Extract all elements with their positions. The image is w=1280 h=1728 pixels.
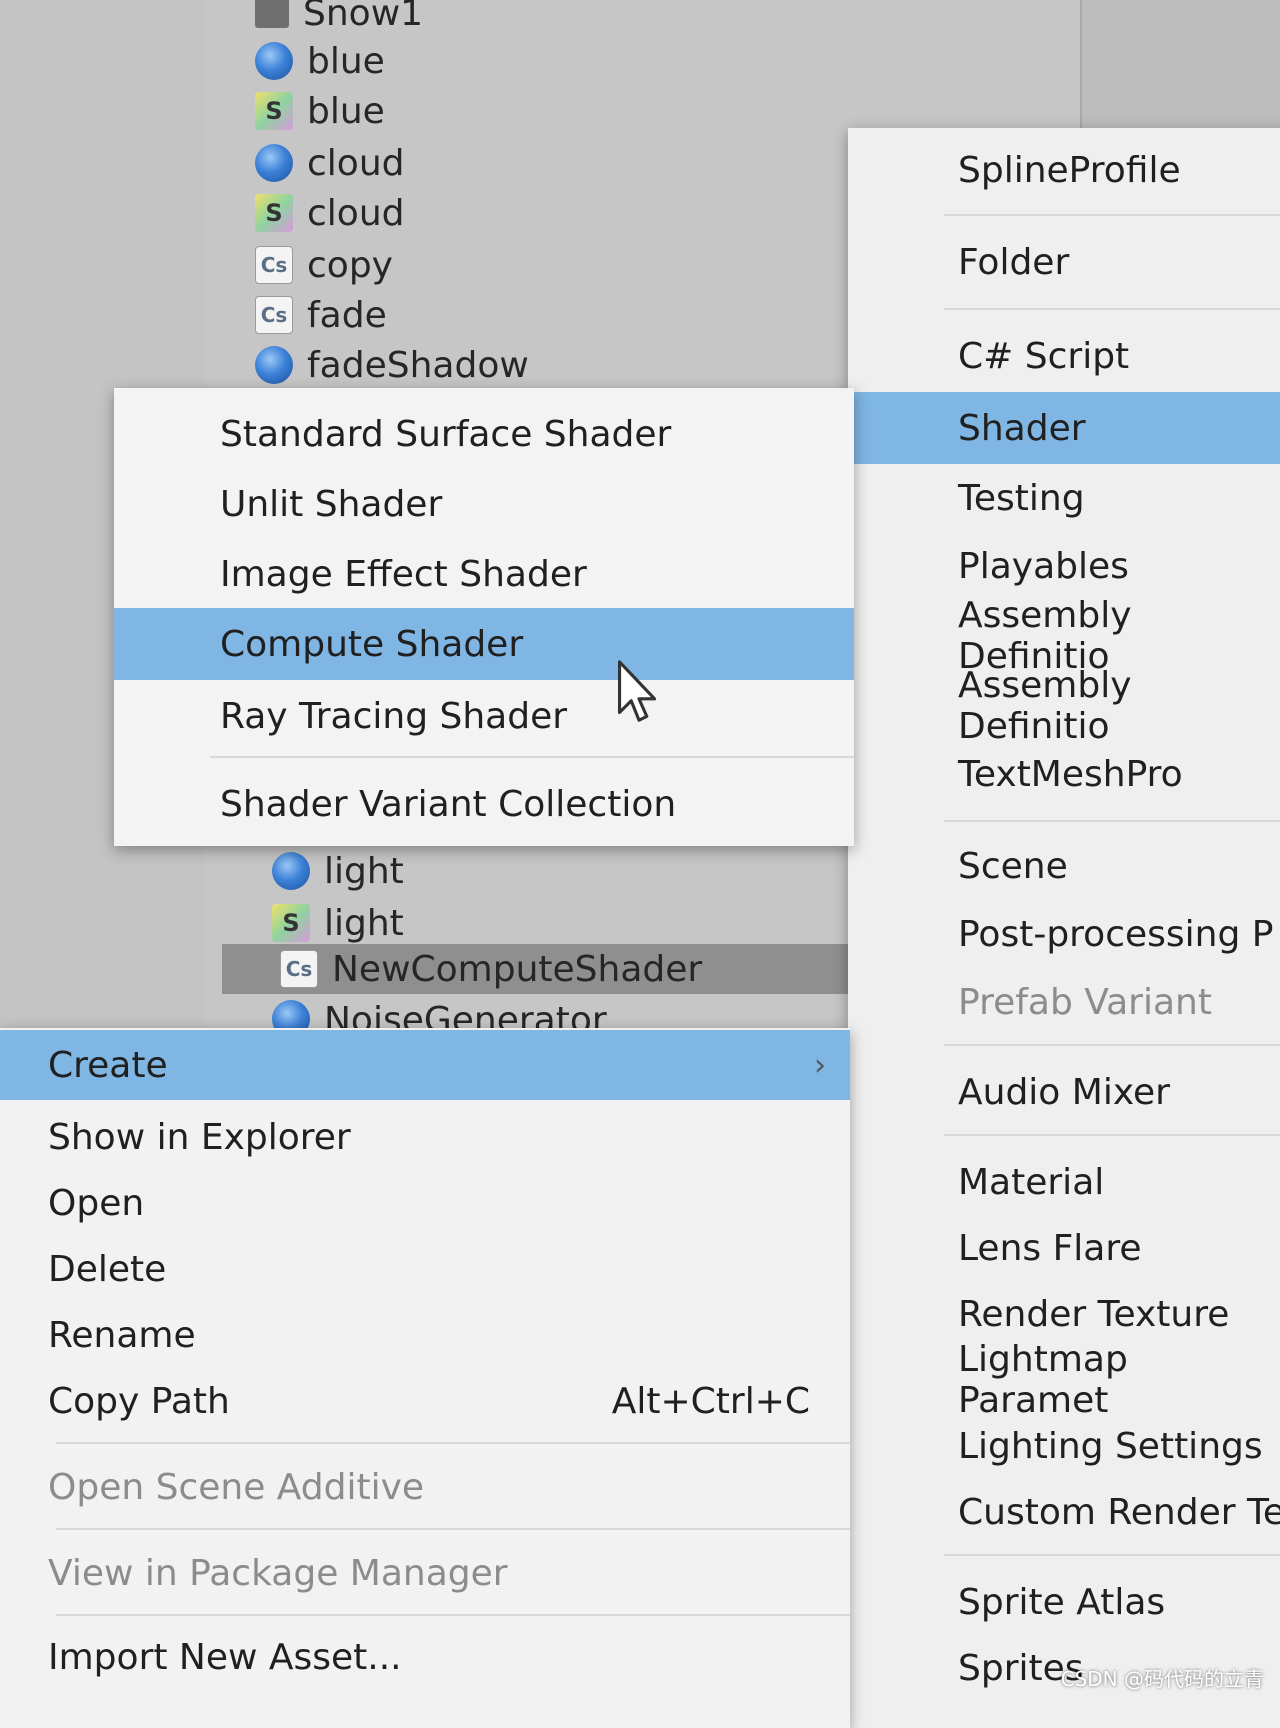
menu-item-lighting-settings[interactable]: Lighting Settings <box>848 1414 1280 1478</box>
menu-item-splineprofile[interactable]: SplineProfile <box>848 138 1280 202</box>
menu-item-delete[interactable]: Delete <box>0 1236 850 1302</box>
menu-item-assembly-definition[interactable]: Assembly Definitio <box>848 595 1280 677</box>
menu-item-show-in-explorer[interactable]: Show in Explorer <box>0 1104 850 1170</box>
menu-item-open-scene-additive[interactable]: Open Scene Additive <box>0 1454 850 1520</box>
menu-item-import-new-asset[interactable]: Import New Asset... <box>0 1624 850 1690</box>
context-menu: Create › Show in Explorer Open Delete Re… <box>0 1028 850 1728</box>
menu-item-ray-tracing-shader[interactable]: Ray Tracing Shader <box>114 682 854 750</box>
menu-separator <box>944 214 1280 216</box>
menu-item-textmeshpro[interactable]: TextMeshPro <box>848 742 1280 806</box>
menu-separator <box>56 1614 850 1616</box>
csharp-file-icon: Cs <box>255 296 293 334</box>
asset-label: cloud <box>307 142 405 184</box>
menu-item-shader-variant-collection[interactable]: Shader Variant Collection <box>114 770 854 838</box>
material-sphere-icon <box>272 1000 310 1028</box>
menu-item-compute-shader[interactable]: Compute Shader <box>114 608 854 680</box>
asset-label: copy <box>307 244 393 286</box>
asset-row[interactable]: S cloud <box>255 188 405 238</box>
menu-item-playables[interactable]: Playables <box>848 534 1280 598</box>
right-panel-edge <box>1080 0 1280 140</box>
shader-submenu: Standard Surface Shader Unlit Shader Ima… <box>114 388 854 846</box>
menu-item-lightmap-parameters[interactable]: Lightmap Paramet <box>848 1339 1280 1421</box>
asset-label: cloud <box>307 192 405 234</box>
csharp-file-icon: Cs <box>255 246 293 284</box>
asset-row[interactable]: fadeShadow <box>255 340 529 390</box>
shader-file-icon: S <box>255 194 293 232</box>
menu-item-render-texture[interactable]: Render Texture <box>848 1282 1280 1346</box>
menu-separator <box>944 308 1280 310</box>
asset-label: blue <box>307 40 385 82</box>
menu-item-sprite-atlas[interactable]: Sprite Atlas <box>848 1570 1280 1634</box>
menu-item-lens-flare[interactable]: Lens Flare <box>848 1216 1280 1280</box>
menu-separator <box>944 1044 1280 1046</box>
menu-item-custom-render-texture[interactable]: Custom Render Te <box>848 1480 1280 1544</box>
menu-separator <box>944 820 1280 822</box>
material-sphere-icon <box>255 346 293 384</box>
menu-separator <box>56 1528 850 1530</box>
menu-item-view-in-package-manager[interactable]: View in Package Manager <box>0 1540 850 1606</box>
asset-row[interactable]: NoiseGenerator <box>272 1000 607 1028</box>
menu-item-testing[interactable]: Testing <box>848 466 1280 530</box>
csharp-file-icon: Cs <box>280 950 318 988</box>
asset-row[interactable]: blue <box>255 36 385 86</box>
menu-item-label: Create <box>48 1044 168 1086</box>
menu-item-standard-surface-shader[interactable]: Standard Surface Shader <box>114 400 854 468</box>
menu-separator <box>210 756 854 758</box>
menu-item-image-effect-shader[interactable]: Image Effect Shader <box>114 540 854 608</box>
menu-separator <box>944 1554 1280 1556</box>
menu-item-unlit-shader[interactable]: Unlit Shader <box>114 470 854 538</box>
menu-item-create[interactable]: Create › <box>0 1030 850 1100</box>
menu-item-audio-mixer[interactable]: Audio Mixer <box>848 1060 1280 1124</box>
menu-item-folder[interactable]: Folder <box>848 230 1280 294</box>
asset-label: fade <box>307 294 387 336</box>
menu-item-shader[interactable]: Shader <box>848 392 1280 464</box>
create-submenu: SplineProfile Folder C# Script Shader Te… <box>848 128 1280 1728</box>
menu-item-csharp-script[interactable]: C# Script <box>848 324 1280 388</box>
menu-item-prefab-variant[interactable]: Prefab Variant <box>848 970 1280 1034</box>
asset-label: fadeShadow <box>307 344 529 386</box>
asset-row[interactable]: S blue <box>255 86 385 136</box>
asset-label: Snow1 <box>303 0 424 34</box>
menu-separator <box>56 1442 850 1444</box>
asset-row[interactable]: S light <box>272 898 404 948</box>
menu-item-copy-path[interactable]: Copy Path Alt+Ctrl+C <box>0 1368 850 1434</box>
menu-item-shortcut: Alt+Ctrl+C <box>611 1380 810 1422</box>
asset-row[interactable]: Snow1 <box>255 0 423 38</box>
asset-row[interactable]: light <box>272 846 404 896</box>
menu-item-material[interactable]: Material <box>848 1150 1280 1214</box>
snow-icon <box>255 0 289 28</box>
asset-label: NewComputeShader <box>332 948 703 990</box>
menu-item-post-processing[interactable]: Post-processing P <box>848 902 1280 966</box>
asset-label: blue <box>307 90 385 132</box>
shader-file-icon: S <box>255 92 293 130</box>
menu-separator <box>944 1134 1280 1136</box>
shader-file-icon: S <box>272 904 310 942</box>
asset-row-selected[interactable]: Cs NewComputeShader <box>222 944 852 994</box>
material-sphere-icon <box>272 852 310 890</box>
asset-row[interactable]: Cs copy <box>255 240 393 290</box>
asset-row[interactable]: Cs fade <box>255 290 387 340</box>
menu-item-rename[interactable]: Rename <box>0 1302 850 1368</box>
material-sphere-icon <box>255 144 293 182</box>
menu-item-label: Copy Path <box>48 1380 230 1422</box>
menu-item-assembly-definition-reference[interactable]: Assembly Definitio <box>848 665 1280 747</box>
asset-label: light <box>324 850 404 892</box>
submenu-arrow-icon: › <box>814 1047 826 1083</box>
asset-label: light <box>324 902 404 944</box>
menu-item-scene[interactable]: Scene <box>848 834 1280 898</box>
asset-label: NoiseGenerator <box>324 1000 607 1028</box>
watermark: CSDN @码代码的立青 <box>1060 1667 1264 1691</box>
mouse-cursor-icon <box>618 660 657 722</box>
material-sphere-icon <box>255 42 293 80</box>
menu-item-open[interactable]: Open <box>0 1170 850 1236</box>
asset-row[interactable]: cloud <box>255 138 405 188</box>
